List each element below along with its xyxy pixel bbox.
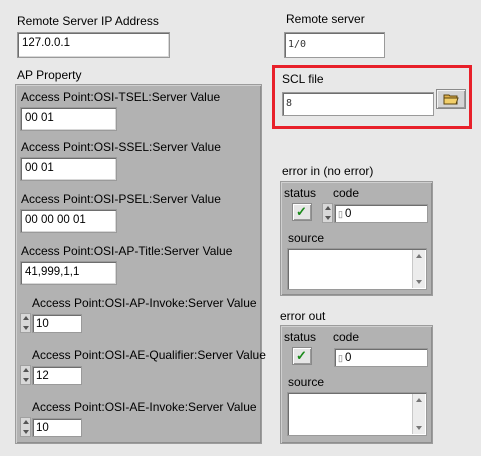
error-in-code-spinner[interactable] xyxy=(322,203,333,223)
error-out-source-label: source xyxy=(288,375,325,389)
ae-qualifier-input[interactable]: 12 xyxy=(32,366,82,385)
error-in-status-indicator[interactable]: ✓ xyxy=(292,203,312,221)
ap-title-input[interactable]: 41,999,1,1 xyxy=(20,261,117,285)
error-out-source-scrollbar[interactable] xyxy=(412,394,425,434)
ap-invoke-input[interactable]: 10 xyxy=(32,314,82,333)
error-out-code-value: 0 xyxy=(344,352,352,364)
error-in-code-label: code xyxy=(333,186,360,200)
error-out-code-display: ▯ 0 xyxy=(334,348,428,367)
psel-input[interactable]: 00 00 00 01 xyxy=(20,209,117,233)
error-in-source-label: source xyxy=(288,231,325,245)
i32-indicator-icon: ▯ xyxy=(338,209,343,219)
remote-ip-label: Remote Server IP Address xyxy=(17,14,159,28)
tsel-input[interactable]: 00 01 xyxy=(20,107,117,131)
remote-server-path-input[interactable]: 1/0 xyxy=(284,32,385,58)
ssel-label: Access Point:OSI-SSEL:Server Value xyxy=(21,140,221,154)
error-out-code-label: code xyxy=(333,330,360,344)
ae-invoke-spinner[interactable] xyxy=(20,417,31,437)
ap-invoke-spinner[interactable] xyxy=(20,313,31,333)
ae-qualifier-spinner[interactable] xyxy=(20,365,31,385)
error-in-label: error in (no error) xyxy=(282,164,374,178)
error-in-source-scrollbar[interactable] xyxy=(412,250,425,288)
ssel-input[interactable]: 00 01 xyxy=(20,157,117,181)
ae-invoke-label: Access Point:OSI-AE-Invoke:Server Value xyxy=(32,400,257,414)
error-in-status-label: status xyxy=(284,186,317,200)
error-out-label: error out xyxy=(280,309,326,323)
error-out-status-indicator: ✓ xyxy=(292,347,312,365)
path-icon: 8 xyxy=(286,98,293,109)
browse-button[interactable] xyxy=(436,89,466,109)
check-icon: ✓ xyxy=(296,204,307,219)
ap-property-label: AP Property xyxy=(17,68,82,82)
remote-server-label: Remote server xyxy=(286,12,365,26)
tsel-label: Access Point:OSI-TSEL:Server Value xyxy=(21,90,221,104)
folder-icon xyxy=(443,94,459,105)
check-icon: ✓ xyxy=(296,348,307,363)
ae-invoke-input[interactable]: 10 xyxy=(32,418,82,437)
remote-ip-input[interactable]: 127.0.0.1 xyxy=(17,32,170,58)
ap-invoke-label: Access Point:OSI-AP-Invoke:Server Value xyxy=(32,296,257,310)
error-out-status-label: status xyxy=(284,330,317,344)
i32-indicator-icon: ▯ xyxy=(338,353,343,363)
scl-file-path-input[interactable]: 8 xyxy=(282,92,434,116)
ae-qualifier-label: Access Point:OSI-AE-Qualifier:Server Val… xyxy=(32,348,266,362)
path-icon: 1/0 xyxy=(288,39,307,50)
error-in-code-input[interactable]: ▯ 0 xyxy=(334,204,428,223)
psel-label: Access Point:OSI-PSEL:Server Value xyxy=(21,192,221,206)
ap-title-label: Access Point:OSI-AP-Title:Server Value xyxy=(21,244,233,258)
scl-file-label: SCL file xyxy=(282,72,324,86)
error-in-source-input[interactable] xyxy=(287,248,427,290)
error-out-source-display xyxy=(287,392,427,436)
error-in-code-value: 0 xyxy=(344,208,352,220)
